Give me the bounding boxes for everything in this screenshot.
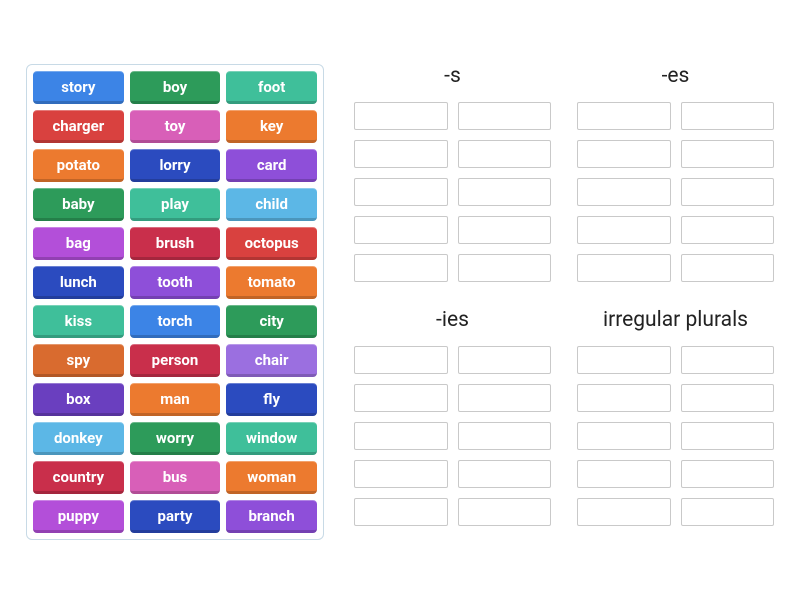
drop-slot[interactable] (577, 102, 671, 130)
word-tile[interactable]: foot (226, 71, 317, 104)
drop-slot[interactable] (458, 178, 552, 206)
word-tile[interactable]: spy (33, 344, 124, 377)
drop-slot[interactable] (354, 216, 448, 244)
word-tile[interactable]: story (33, 71, 124, 104)
word-tile[interactable]: toy (130, 110, 221, 143)
drop-slot[interactable] (577, 384, 671, 412)
drop-slot[interactable] (681, 102, 775, 130)
drop-slot[interactable] (681, 216, 775, 244)
category-slots (577, 346, 774, 526)
category-title: irregular plurals (603, 308, 748, 332)
word-tile[interactable]: octopus (226, 227, 317, 260)
word-tile[interactable]: lunch (33, 266, 124, 299)
drop-slot[interactable] (681, 140, 775, 168)
drop-slot[interactable] (458, 140, 552, 168)
drop-slot[interactable] (354, 140, 448, 168)
drop-slot[interactable] (577, 178, 671, 206)
drop-slot[interactable] (458, 498, 552, 526)
drop-slot[interactable] (681, 422, 775, 450)
category-slots (354, 346, 551, 526)
word-tile[interactable]: charger (33, 110, 124, 143)
drop-slot[interactable] (577, 346, 671, 374)
drop-slot[interactable] (354, 178, 448, 206)
word-tile[interactable]: man (130, 383, 221, 416)
category-slots (354, 102, 551, 282)
drop-slot[interactable] (354, 384, 448, 412)
word-tile[interactable]: torch (130, 305, 221, 338)
word-tile[interactable]: donkey (33, 422, 124, 455)
drop-slot[interactable] (577, 498, 671, 526)
word-tile[interactable]: baby (33, 188, 124, 221)
word-tile[interactable]: card (226, 149, 317, 182)
drop-slot[interactable] (458, 254, 552, 282)
word-tile[interactable]: kiss (33, 305, 124, 338)
drop-slot[interactable] (681, 384, 775, 412)
category-title: -ies (436, 308, 469, 332)
word-tile[interactable]: potato (33, 149, 124, 182)
word-tile[interactable]: city (226, 305, 317, 338)
word-tile[interactable]: tomato (226, 266, 317, 299)
category-title: -s (444, 64, 461, 88)
drop-slot[interactable] (681, 460, 775, 488)
drop-slot[interactable] (458, 216, 552, 244)
category: -s (354, 64, 551, 296)
word-tile[interactable]: person (130, 344, 221, 377)
category: irregular plurals (577, 308, 774, 540)
category-title: -es (662, 64, 690, 88)
word-tile[interactable]: child (226, 188, 317, 221)
drop-slot[interactable] (577, 254, 671, 282)
drop-slot[interactable] (681, 346, 775, 374)
drop-slot[interactable] (458, 346, 552, 374)
drop-slot[interactable] (354, 346, 448, 374)
drop-slot[interactable] (354, 422, 448, 450)
word-tile[interactable]: fly (226, 383, 317, 416)
drop-slot[interactable] (458, 102, 552, 130)
word-tile[interactable]: party (130, 500, 221, 533)
word-tile[interactable]: puppy (33, 500, 124, 533)
category: -ies (354, 308, 551, 540)
drop-slot[interactable] (577, 422, 671, 450)
word-tile[interactable]: bus (130, 461, 221, 494)
drop-slot[interactable] (681, 178, 775, 206)
word-tile[interactable]: key (226, 110, 317, 143)
word-tile[interactable]: country (33, 461, 124, 494)
drop-slot[interactable] (458, 384, 552, 412)
drop-slot[interactable] (354, 254, 448, 282)
drop-slot[interactable] (577, 140, 671, 168)
word-tile[interactable]: woman (226, 461, 317, 494)
word-tile[interactable]: lorry (130, 149, 221, 182)
category: -es (577, 64, 774, 296)
source-word-panel: storyboyfoot chargertoykey potatolorrycard… (26, 64, 324, 540)
drop-slot[interactable] (458, 422, 552, 450)
drop-targets-grid: -s -es -ies irregular plurals (354, 64, 774, 540)
word-tile[interactable]: chair (226, 344, 317, 377)
word-tile[interactable]: bag (33, 227, 124, 260)
word-tile[interactable]: play (130, 188, 221, 221)
drop-slot[interactable] (681, 498, 775, 526)
drop-slot[interactable] (354, 498, 448, 526)
category-slots (577, 102, 774, 282)
word-tile[interactable]: worry (130, 422, 221, 455)
drop-slot[interactable] (681, 254, 775, 282)
drop-slot[interactable] (458, 460, 552, 488)
word-tile[interactable]: boy (130, 71, 221, 104)
word-tile[interactable]: branch (226, 500, 317, 533)
word-tile[interactable]: window (226, 422, 317, 455)
drop-slot[interactable] (577, 216, 671, 244)
game-container: storyboyfoot chargertoykey potatolorrycard… (0, 0, 800, 540)
word-tile[interactable]: box (33, 383, 124, 416)
word-tile[interactable]: tooth (130, 266, 221, 299)
word-tile[interactable]: brush (130, 227, 221, 260)
drop-slot[interactable] (577, 460, 671, 488)
drop-slot[interactable] (354, 102, 448, 130)
drop-slot[interactable] (354, 460, 448, 488)
